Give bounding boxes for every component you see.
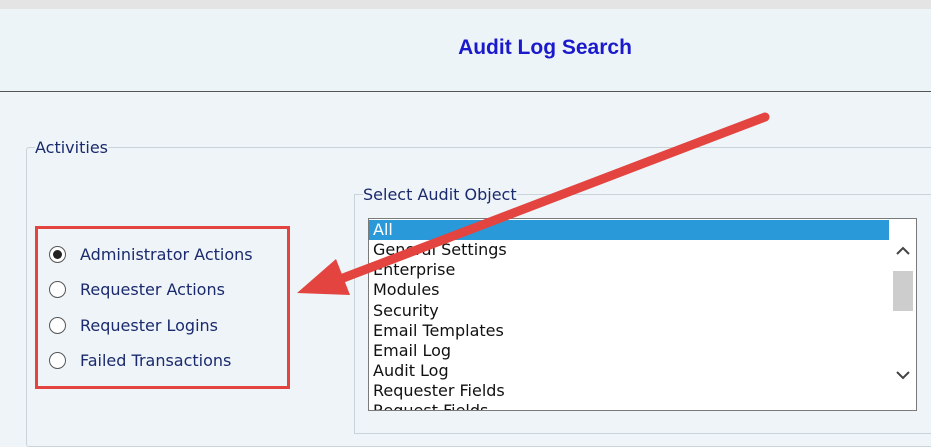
annotation-arrow [297, 112, 770, 295]
